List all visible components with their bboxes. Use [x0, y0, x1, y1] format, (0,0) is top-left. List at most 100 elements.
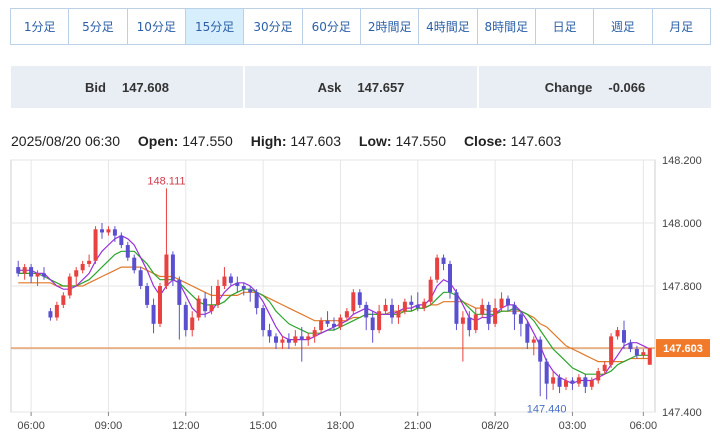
- candle-body: [254, 292, 259, 309]
- timeframe-button[interactable]: 8時間足: [478, 9, 536, 44]
- candle-body: [415, 304, 420, 309]
- candle-body: [261, 308, 266, 331]
- open-label: Open:: [137, 133, 179, 149]
- candle-body: [286, 339, 291, 343]
- bid-label: Bid: [85, 79, 106, 95]
- low-label: Low:: [358, 133, 392, 149]
- candle-body: [164, 254, 169, 286]
- y-tick-label: 147.400: [662, 407, 702, 419]
- candle-body: [61, 295, 66, 305]
- candle-body: [647, 348, 652, 365]
- y-tick-label: 147.800: [662, 281, 702, 293]
- quote-bar: Bid 147.608 Ask 147.657 Change -0.066: [11, 66, 711, 108]
- candle-body: [557, 377, 562, 387]
- close-label: Close:: [463, 133, 507, 149]
- candle-body: [54, 304, 59, 318]
- timeframe-button[interactable]: 月足: [653, 9, 710, 44]
- x-tick-label: 09:00: [95, 420, 123, 432]
- candle-body: [473, 314, 478, 331]
- candle-body: [299, 336, 304, 340]
- timeframe-button[interactable]: 日足: [536, 9, 595, 44]
- candle-body: [486, 304, 491, 324]
- candle-body: [351, 292, 356, 312]
- candle-body: [267, 330, 272, 337]
- candle-body: [531, 339, 536, 343]
- candle-body: [460, 317, 465, 324]
- candle-body: [422, 301, 427, 309]
- candle-body: [383, 304, 388, 312]
- high-annotation: 148.111: [147, 175, 185, 187]
- price-chart[interactable]: 148.200148.000147.800147.600147.40006:00…: [0, 150, 720, 433]
- current-price-label: 147.603: [663, 343, 703, 355]
- candle-body: [570, 380, 575, 384]
- candle-body: [499, 298, 504, 309]
- candle-body: [241, 286, 246, 290]
- candle-body: [293, 336, 298, 343]
- change-label: Change: [544, 79, 593, 95]
- candle-body: [506, 298, 510, 305]
- bid-cell: Bid 147.608: [11, 66, 245, 108]
- timeframe-button[interactable]: 1分足: [11, 9, 70, 44]
- candle-body: [106, 229, 111, 233]
- candle-body: [622, 330, 626, 343]
- ask-label: Ask: [317, 79, 342, 95]
- candle-body: [428, 279, 433, 302]
- ask-cell: Ask 147.657: [245, 66, 479, 108]
- candle-body: [48, 311, 53, 318]
- candle-body: [628, 342, 633, 349]
- x-tick-label: 12:00: [172, 420, 200, 432]
- candle-body: [634, 349, 639, 356]
- candle-body: [409, 301, 414, 305]
- candle-body: [448, 263, 452, 293]
- candle-body: [306, 336, 311, 340]
- candle-body: [441, 257, 446, 264]
- candle-body: [16, 267, 21, 274]
- x-tick-label: 21:00: [404, 420, 432, 432]
- x-tick-label: 03:00: [559, 420, 587, 432]
- bid-value: 147.608: [121, 79, 169, 95]
- candle-body: [589, 380, 594, 387]
- candle-body: [112, 229, 117, 236]
- candle-body: [158, 286, 162, 324]
- timeframe-button[interactable]: 10分足: [128, 9, 186, 44]
- candle-body: [480, 304, 485, 315]
- candle-body: [325, 320, 330, 324]
- candle-body: [319, 320, 324, 331]
- candle-body: [248, 289, 253, 293]
- candle-body: [29, 267, 34, 277]
- candle-body: [138, 270, 143, 286]
- candle-body: [177, 279, 182, 305]
- x-tick-label: 18:00: [327, 420, 355, 432]
- candle-body: [280, 339, 285, 343]
- ask-value: 147.657: [357, 79, 405, 95]
- candle-body: [42, 273, 46, 277]
- x-tick-label: 08/20: [481, 420, 509, 432]
- candle-body: [74, 270, 79, 277]
- x-tick-label: 06:00: [630, 420, 658, 432]
- timeframe-tabs: 1分足 5分足 10分足 15分足 30分足 60分足 2時間足 4時間足 8時間足 日足 週足 月足: [10, 8, 711, 45]
- candle-body: [312, 330, 317, 337]
- candle-body: [87, 260, 92, 264]
- timeframe-button[interactable]: 4時間足: [419, 9, 478, 44]
- open-value: 147.550: [182, 133, 233, 149]
- y-tick-label: 148.200: [662, 155, 702, 167]
- timeframe-button[interactable]: 5分足: [69, 9, 128, 44]
- candle-body: [512, 304, 517, 315]
- candle-body: [222, 276, 227, 286]
- ohlc-datetime: 2025/08/20 06:30: [11, 133, 120, 149]
- x-tick-label: 06:00: [17, 420, 45, 432]
- candle-body: [196, 298, 201, 318]
- candle-body: [209, 304, 214, 312]
- candle-body: [125, 245, 130, 258]
- candle-body: [576, 377, 581, 384]
- candle-body: [22, 267, 27, 274]
- change-cell: Change -0.066: [479, 66, 711, 108]
- candle-body: [228, 276, 233, 283]
- timeframe-button[interactable]: 週足: [594, 9, 653, 44]
- timeframe-button[interactable]: 60分足: [303, 9, 361, 44]
- candle-body: [493, 308, 498, 324]
- timeframe-button[interactable]: 30分足: [244, 9, 303, 44]
- candle-body: [602, 364, 607, 372]
- timeframe-button[interactable]: 15分足: [185, 9, 245, 44]
- timeframe-button[interactable]: 2時間足: [361, 9, 420, 44]
